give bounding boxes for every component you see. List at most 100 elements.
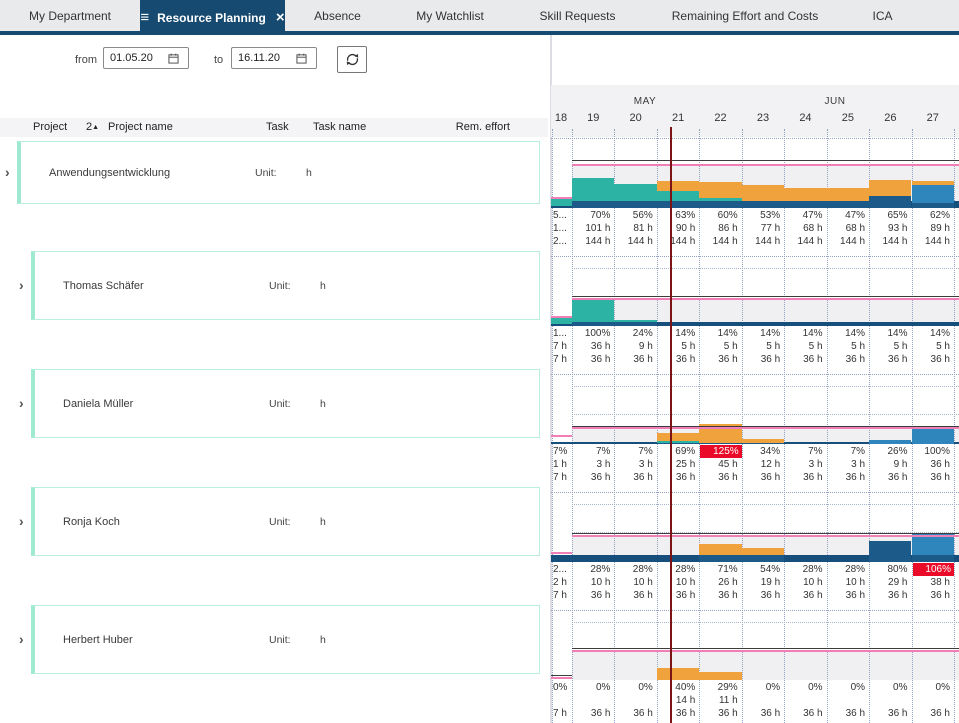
value-hours: 1 h [553, 459, 572, 471]
value-hours: 14 h [657, 695, 695, 707]
value-percent: 28% [827, 564, 865, 576]
value-capacity: 36 h [827, 354, 865, 366]
day-label-26: 26 [884, 112, 896, 124]
value-capacity: 36 h [572, 708, 610, 720]
column-header-rem-effort[interactable]: Rem. effort [430, 121, 510, 133]
value-hours: 68 h [784, 223, 822, 235]
day-label-23: 23 [757, 112, 769, 124]
value-percent: 14% [742, 328, 780, 340]
tab-label: Absence [314, 9, 361, 23]
person-row-ronja-koch[interactable]: Ronja KochUnit:h [31, 487, 540, 556]
value-percent: 29% [699, 682, 737, 694]
value-capacity: 36 h [912, 472, 950, 484]
month-label-jun: JUN [825, 96, 846, 107]
resource-planning-app: My Department ≡Resource Planning× Absence M… [0, 0, 959, 723]
expand-arrow-icon[interactable]: › [19, 280, 24, 290]
value-percent: 63% [657, 210, 695, 222]
value-percent: 0% [827, 682, 865, 694]
refresh-button[interactable] [337, 46, 367, 73]
value-percent: 14% [657, 328, 695, 340]
value-percent: 7% [572, 446, 610, 458]
layer-values: 70%101 h144 h56%81 h144 h63%90 h144 h60%… [551, 0, 959, 723]
row-name: Ronja Koch [63, 516, 120, 528]
column-header-project-name[interactable]: Project name [108, 121, 173, 133]
value-hours: 2 h [553, 577, 572, 589]
value-capacity: 36 h [657, 472, 695, 484]
expand-arrow-icon[interactable]: › [5, 167, 10, 177]
value-capacity: 144 h [784, 236, 822, 248]
value-hours: 3 h [784, 459, 822, 471]
value-capacity: 36 h [572, 590, 610, 602]
expand-arrow-icon[interactable]: › [19, 516, 24, 526]
column-header-task[interactable]: Task [266, 121, 289, 133]
value-capacity: 36 h [742, 354, 780, 366]
person-row-thomas-sch-fer[interactable]: Thomas SchäferUnit:h [31, 251, 540, 320]
value-percent: 71% [699, 564, 737, 576]
value-capacity: 36 h [742, 472, 780, 484]
value-capacity: 36 h [912, 590, 950, 602]
value-percent: 69% [657, 446, 695, 458]
value-capacity: 144 h [614, 236, 652, 248]
value-hours: 36 h [912, 459, 950, 471]
unit-value: h [320, 634, 326, 646]
value-percent: 100% [572, 328, 610, 340]
value-percent: 14% [699, 328, 737, 340]
from-date-field[interactable] [103, 47, 189, 69]
value-percent: 28% [614, 564, 652, 576]
value-capacity: 36 h [614, 708, 652, 720]
value-hours: 81 h [614, 223, 652, 235]
value-percent: 7% [784, 446, 822, 458]
person-row-herbert-huber[interactable]: Herbert HuberUnit:h [31, 605, 540, 674]
value-percent: 34% [742, 446, 780, 458]
value-capacity: 36 h [657, 354, 695, 366]
unit-label: Unit: [269, 398, 291, 410]
value-percent: 47% [827, 210, 865, 222]
value-capacity: 36 h [699, 590, 737, 602]
value-percent: 7% [614, 446, 652, 458]
value-hours: 5 h [827, 341, 865, 353]
tab-label: My Department [29, 9, 111, 23]
tab-resource-planning[interactable]: ≡Resource Planning× [140, 0, 285, 35]
from-date-input[interactable] [110, 52, 168, 64]
tab-my-watchlist[interactable]: My Watchlist [390, 0, 510, 31]
value-percent: 65% [869, 210, 907, 222]
overload-badge: 125% [700, 445, 741, 458]
value-capacity: 36 h [784, 472, 822, 484]
value-hours: 9 h [614, 341, 652, 353]
column-header-project[interactable]: Project [33, 121, 67, 133]
value-hours: 5 h [699, 341, 737, 353]
sort-indicator[interactable]: 2▲ [86, 121, 99, 133]
person-row-daniela-m-ller[interactable]: Daniela MüllerUnit:h [31, 369, 540, 438]
tab-absence[interactable]: Absence [285, 0, 390, 31]
value-hours [614, 695, 652, 707]
unit-value: h [320, 280, 326, 292]
day-label-27: 27 [927, 112, 939, 124]
expand-arrow-icon[interactable]: › [19, 398, 24, 408]
table-header: Project 2▲ Project name Task Task name R… [0, 118, 548, 137]
value-capacity: 36 h [869, 590, 907, 602]
value-capacity: 144 h [742, 236, 780, 248]
value-capacity: 36 h [572, 472, 610, 484]
day-label-24: 24 [799, 112, 811, 124]
row-name: Herbert Huber [63, 634, 133, 646]
calendar-icon[interactable] [168, 53, 179, 64]
calendar-icon[interactable] [296, 53, 307, 64]
hamburger-icon[interactable]: ≡ [140, 9, 149, 26]
value-hours: 11 h [699, 695, 737, 707]
value-percent: 28% [572, 564, 610, 576]
to-date-field[interactable] [231, 47, 317, 69]
close-icon[interactable]: × [276, 9, 285, 26]
value-percent: 53% [742, 210, 780, 222]
value-hours [553, 695, 572, 707]
value-hours: 5 h [657, 341, 695, 353]
column-header-task-name[interactable]: Task name [313, 121, 366, 133]
project-row-anwendungsentwicklung[interactable]: AnwendungsentwicklungUnit:h [17, 141, 540, 204]
value-hours: 38 h [912, 577, 950, 589]
value-capacity: 7 h [553, 708, 572, 720]
utilization-chart: 70%101 h144 h56%81 h144 h63%90 h144 h60%… [551, 0, 959, 723]
expand-arrow-icon[interactable]: › [19, 634, 24, 644]
value-percent: 14% [869, 328, 907, 340]
tab-my-department[interactable]: My Department [0, 0, 140, 31]
day-label-22: 22 [714, 112, 726, 124]
to-date-input[interactable] [238, 52, 296, 64]
